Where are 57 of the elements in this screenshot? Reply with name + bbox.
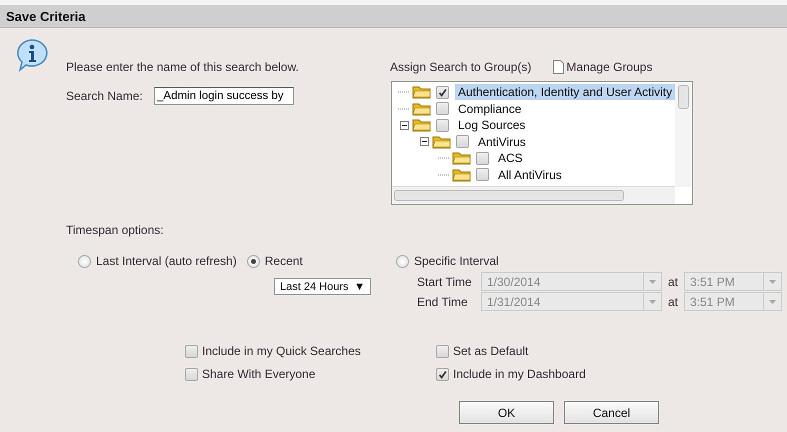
section-label: Timespan options: xyxy=(66,223,165,237)
checkbox[interactable] xyxy=(476,168,489,182)
caret-icon xyxy=(649,300,656,304)
checkbox[interactable] xyxy=(456,135,469,148)
at-label: at xyxy=(666,274,679,288)
collapse-icon[interactable] xyxy=(420,137,428,146)
checkbox[interactable] xyxy=(436,344,449,358)
radio-option[interactable]: Specific Interval xyxy=(396,254,782,268)
checkbox[interactable] xyxy=(436,86,449,99)
checkbox[interactable] xyxy=(436,368,449,380)
info-icon xyxy=(15,38,49,72)
folder-icon xyxy=(432,134,452,149)
field-label: End Time xyxy=(417,294,469,308)
caret-icon xyxy=(769,280,776,284)
instruction-text: Please enter the name of this search below. xyxy=(66,60,300,74)
folder-icon xyxy=(452,151,472,166)
recent-dropdown[interactable]: Last 24 Hours ▼ xyxy=(274,278,371,295)
checkbox[interactable] xyxy=(476,152,489,165)
field-label: Start Time xyxy=(417,274,473,288)
tree-line xyxy=(398,108,410,110)
tree-item[interactable]: ACS xyxy=(495,150,526,166)
option-label: Include in my Dashboard xyxy=(453,367,586,381)
tree-item[interactable]: AntiVirus xyxy=(475,134,529,150)
tree-line xyxy=(438,174,450,176)
checkbox[interactable] xyxy=(185,344,198,358)
collapse-icon[interactable] xyxy=(400,120,408,130)
at-label: at xyxy=(666,294,679,308)
tree-item[interactable]: All AntiVirus xyxy=(495,166,565,183)
tree-item[interactable]: Log Sources xyxy=(455,117,528,134)
dialog-button[interactable]: OK xyxy=(459,401,554,424)
radio-option[interactable]: Last Interval (auto refresh) xyxy=(78,254,237,268)
folder-icon xyxy=(452,168,472,182)
horizontal-scrollbar[interactable] xyxy=(392,186,675,204)
checkbox[interactable] xyxy=(436,102,449,116)
option-label: Share With Everyone xyxy=(202,367,316,381)
section-label: Assign Search to Group(s) xyxy=(390,60,532,74)
manage-groups-link[interactable]: Manage Groups xyxy=(553,60,652,74)
folder-icon xyxy=(412,85,432,100)
caret-icon xyxy=(649,280,656,284)
field-label: Search Name: xyxy=(66,89,144,103)
tree-line xyxy=(438,157,450,160)
folder-icon xyxy=(412,118,432,132)
vertical-scrollbar[interactable] xyxy=(675,82,692,187)
caret-icon xyxy=(769,300,776,304)
document-icon xyxy=(553,60,564,74)
checkbox[interactable] xyxy=(436,118,449,132)
option-label: Include in my Quick Searches xyxy=(202,344,361,358)
folder-icon xyxy=(412,102,432,116)
dialog-button[interactable]: Cancel xyxy=(564,401,659,424)
tree-line xyxy=(398,91,410,94)
tree-item[interactable]: Compliance xyxy=(455,100,524,117)
checkbox[interactable] xyxy=(185,368,198,380)
radio-option[interactable]: Recent xyxy=(246,254,303,268)
dialog-title: Save Criteria xyxy=(0,5,787,28)
search-name-field[interactable]: _Admin login success by xyxy=(154,87,294,105)
option-label: Set as Default xyxy=(453,344,528,358)
tree-item[interactable]: Authentication, Identity and User Activity xyxy=(455,84,676,100)
